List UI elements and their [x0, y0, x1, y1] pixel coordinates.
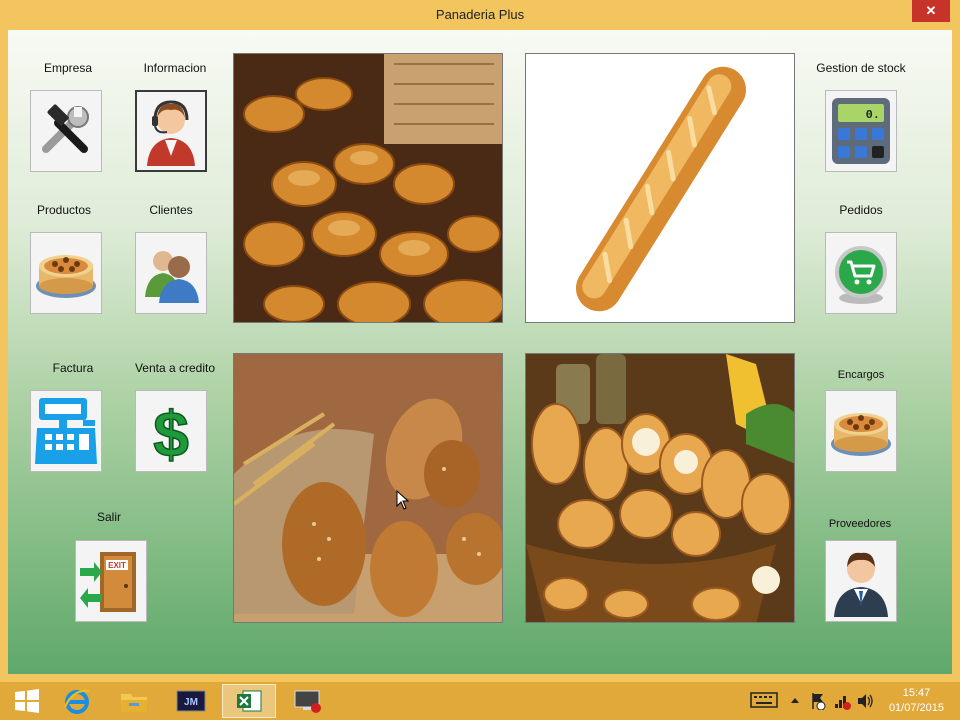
pastries-photo: [233, 53, 503, 323]
gestion-stock-button[interactable]: 0.: [825, 90, 897, 172]
application-window: Panaderia Plus ✕ Empresa Informacion Pro…: [0, 0, 960, 682]
pedidos-label: Pedidos: [839, 203, 883, 217]
cash-register-icon: [35, 398, 97, 464]
encargos-button[interactable]: [825, 390, 897, 472]
taskbar-media-app[interactable]: JM: [164, 684, 218, 718]
clientes-label: Clientes: [149, 203, 193, 217]
window-title: Panaderia Plus: [435, 7, 525, 22]
title-bar[interactable]: Panaderia Plus ✕: [0, 0, 960, 30]
factura-button[interactable]: [30, 390, 102, 472]
file-explorer-icon: [121, 694, 147, 712]
pedidos-button[interactable]: [825, 232, 897, 314]
shopping-cart-icon: [835, 246, 887, 304]
informacion-label: Informacion: [143, 61, 207, 75]
users-icon: [145, 251, 199, 303]
productos-label: Productos: [36, 203, 92, 217]
internet-explorer-icon: [64, 689, 90, 714]
gestion-stock-label: Gestion de stock: [816, 61, 906, 75]
exit-door-icon: EXIT: [80, 552, 136, 612]
dollar-icon: $: [152, 397, 189, 466]
taskbar-internet-explorer[interactable]: [50, 684, 104, 718]
keyboard-icon[interactable]: [750, 692, 778, 708]
bread-assortment-photo: [525, 353, 795, 623]
taskbar-remote-desktop[interactable]: [280, 684, 334, 718]
close-button[interactable]: ✕: [912, 0, 950, 22]
venta-credito-label: Venta a credito: [134, 361, 216, 375]
calculator-icon: 0.: [832, 98, 890, 164]
exit-sign-text: EXIT: [108, 561, 126, 570]
chevron-up-icon[interactable]: [790, 696, 800, 704]
informacion-button[interactable]: [135, 90, 207, 172]
clock-date: 01/07/2015: [888, 702, 944, 714]
businessman-icon: [834, 552, 888, 617]
network-icon[interactable]: [833, 692, 851, 710]
venta-credito-button[interactable]: $: [135, 390, 207, 472]
calculator-display: 0.: [866, 108, 880, 122]
bread-loaves-photo: [233, 353, 503, 623]
excel-icon: [237, 690, 262, 712]
encargos-label: Encargos: [837, 369, 885, 381]
clock[interactable]: 15:47 01/07/2015: [889, 686, 944, 716]
salir-label: Salir: [96, 510, 121, 524]
main-panel: Empresa Informacion Productos Clientes F…: [8, 30, 952, 674]
productos-button[interactable]: [30, 232, 102, 314]
svg-text:$: $: [153, 398, 189, 466]
salir-button[interactable]: EXIT: [75, 540, 147, 622]
svg-text:JM: JM: [184, 697, 198, 708]
empresa-label: Empresa: [43, 61, 93, 75]
taskbar-excel[interactable]: [222, 684, 276, 718]
windows-start-icon: [15, 689, 39, 713]
remote-desktop-icon: [294, 690, 321, 713]
cake-icon: [831, 413, 891, 456]
tools-icon: [42, 104, 89, 153]
factura-label: Factura: [52, 361, 94, 375]
baguette-photo: [525, 53, 795, 323]
clock-time: 15:47: [902, 687, 931, 699]
empresa-button[interactable]: [30, 90, 102, 172]
action-center-icon[interactable]: [810, 692, 826, 710]
volume-icon[interactable]: [856, 692, 874, 710]
media-app-icon: JM: [176, 690, 206, 712]
taskbar-file-explorer[interactable]: [107, 684, 161, 718]
proveedores-label: Proveedores: [828, 518, 892, 530]
proveedores-button[interactable]: [825, 540, 897, 622]
support-agent-icon: [147, 100, 195, 166]
cake-icon: [36, 255, 96, 298]
mouse-pointer-icon: [396, 490, 410, 510]
start-button[interactable]: [0, 684, 54, 718]
taskbar: JM 15:47 01/07/2015: [0, 682, 960, 720]
clientes-button[interactable]: [135, 232, 207, 314]
